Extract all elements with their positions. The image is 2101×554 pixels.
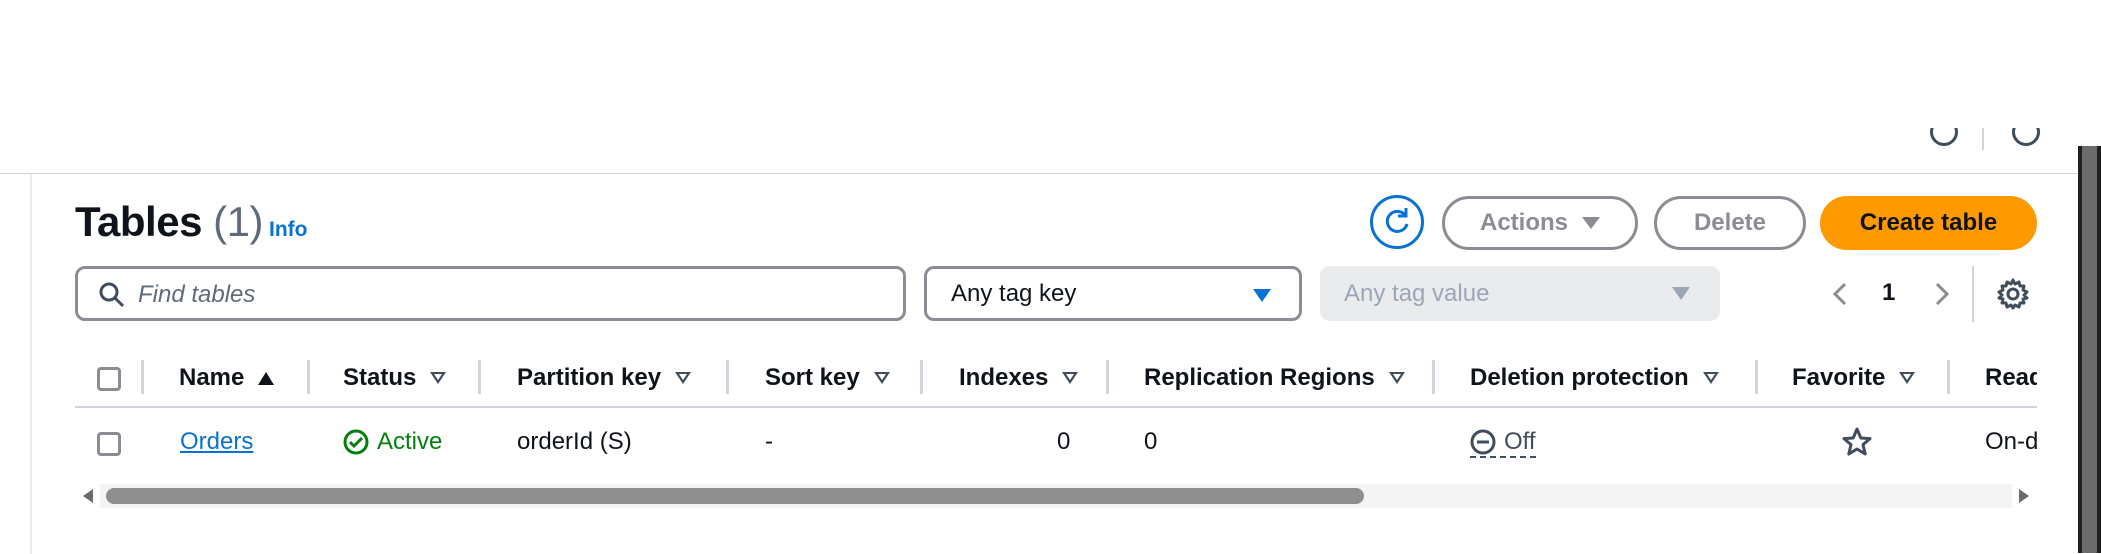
row-checkbox[interactable] (97, 432, 121, 456)
table-header: Name Status Partition key Sort key Index… (75, 350, 2037, 408)
table-count: (1) (213, 198, 263, 245)
column-label: Read (1985, 364, 2037, 391)
refresh-button[interactable] (1370, 195, 1424, 249)
sort-icon (675, 372, 692, 384)
caret-down-icon (1582, 217, 1600, 229)
column-divider (726, 360, 729, 394)
search-input[interactable] (138, 278, 878, 312)
left-rail (30, 174, 32, 554)
refresh-icon (1385, 208, 1409, 233)
column-divider (920, 360, 923, 394)
top-icons (1920, 128, 2040, 150)
scroll-thumb[interactable] (106, 488, 1364, 504)
pager-divider (1972, 266, 1974, 322)
column-divider (141, 360, 144, 394)
actions-button[interactable]: Actions (1442, 196, 1638, 250)
tag-value-select: Any tag value (1320, 266, 1720, 321)
deletion-protection-value: Off (1504, 428, 1536, 455)
title-text: Tables (75, 198, 202, 245)
delete-label: Delete (1693, 209, 1767, 236)
scroll-right-icon[interactable] (2019, 489, 2029, 503)
cell-replication-regions: 0 (1144, 428, 1158, 455)
delete-button[interactable]: Delete (1654, 196, 1806, 250)
sort-icon (1062, 372, 1079, 384)
gear-icon[interactable] (1996, 277, 2030, 311)
sort-icon (1388, 372, 1405, 384)
column-header-read[interactable]: Read (1985, 362, 2037, 394)
tag-key-value: Any tag key (951, 279, 1077, 307)
sort-icon (430, 372, 447, 384)
top-strip (0, 0, 2101, 173)
search-icon (99, 282, 125, 308)
column-divider (478, 360, 481, 394)
sort-icon (873, 372, 890, 384)
page-title: Tables (1) (75, 198, 263, 246)
tag-key-select[interactable]: Any tag key (924, 266, 1302, 321)
column-header-deletion-protection[interactable]: Deletion protection (1470, 362, 1719, 394)
column-header-partition-key[interactable]: Partition key (517, 362, 692, 394)
table-name-link[interactable]: Orders (180, 428, 253, 456)
cell-name[interactable]: Orders (180, 428, 253, 456)
chevron-down-icon (1253, 289, 1271, 302)
column-divider (1432, 360, 1435, 394)
top-divider (1982, 128, 1984, 150)
cell-deletion-protection[interactable]: Off (1470, 428, 1536, 458)
column-label: Deletion protection (1470, 364, 1689, 391)
actions-label: Actions (1479, 209, 1568, 236)
next-page-icon[interactable] (1926, 276, 1956, 312)
column-label: Favorite (1792, 364, 1886, 391)
status-text: Active (377, 428, 443, 455)
page-scrollbar[interactable] (2078, 146, 2101, 553)
cell-indexes: 0 (1057, 428, 1071, 455)
cell-partition-key: orderId (S) (517, 428, 632, 455)
page-number[interactable]: 1 (1882, 279, 1895, 307)
create-table-label: Create table (1859, 209, 1998, 236)
search-field[interactable] (75, 266, 906, 321)
cell-sort-key: - (765, 428, 773, 455)
cell-favorite[interactable] (1841, 426, 1873, 458)
column-label: Indexes (959, 364, 1049, 391)
sort-icon (1702, 372, 1719, 384)
sort-ascending-icon (258, 371, 275, 385)
previous-page-icon[interactable] (1826, 276, 1856, 312)
cell-status: Active (343, 428, 442, 456)
scroll-left-icon[interactable] (83, 489, 93, 503)
cell-read-capacity: On-d (1985, 428, 2037, 455)
column-label: Replication Regions (1144, 364, 1375, 391)
column-label: Status (343, 364, 417, 391)
column-divider (1106, 360, 1109, 394)
minus-circle-icon (1470, 429, 1496, 455)
horizontal-scrollbar[interactable] (75, 484, 2037, 508)
column-divider (1755, 360, 1758, 394)
column-header-name[interactable]: Name (179, 362, 275, 394)
column-header-replication-regions[interactable]: Replication Regions (1144, 362, 1405, 394)
create-table-button[interactable]: Create table (1820, 196, 2037, 250)
settings-top-icon[interactable] (2012, 128, 2040, 146)
column-header-indexes[interactable]: Indexes (959, 362, 1079, 394)
column-header-favorite[interactable]: Favorite (1792, 362, 1916, 394)
column-label: Partition key (517, 364, 662, 391)
sort-icon (1899, 372, 1916, 384)
column-label: Sort key (765, 364, 860, 391)
column-header-sort-key[interactable]: Sort key (765, 362, 890, 394)
column-header-status[interactable]: Status (343, 362, 447, 394)
check-circle-icon (343, 429, 369, 455)
info-link[interactable]: Info (269, 218, 307, 242)
select-all-checkbox[interactable] (97, 367, 121, 391)
table-row[interactable]: Orders Active orderId (S) - 0 0 Off On-d (75, 408, 2037, 480)
column-divider (1947, 360, 1950, 394)
chevron-down-icon (1672, 287, 1690, 300)
column-divider (307, 360, 310, 394)
tag-value-placeholder: Any tag value (1344, 279, 1490, 307)
star-outline-icon[interactable] (1841, 426, 1873, 458)
column-label: Name (179, 364, 245, 391)
notification-icon[interactable] (1930, 128, 1958, 146)
tables-table: Name Status Partition key Sort key Index… (75, 350, 2037, 495)
